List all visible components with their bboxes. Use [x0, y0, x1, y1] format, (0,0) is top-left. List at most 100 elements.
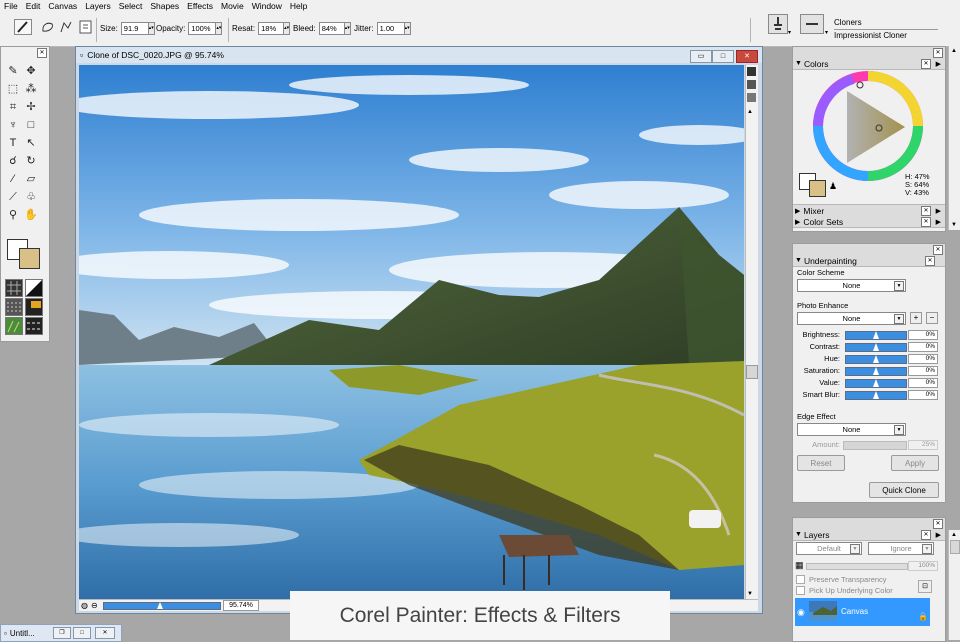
- info-icon[interactable]: ◍: [81, 601, 88, 610]
- slider-thumb[interactable]: [873, 391, 879, 399]
- size-spinner[interactable]: ▴▾: [148, 22, 155, 35]
- layer-opacity-value[interactable]: 100%: [908, 561, 938, 571]
- slider-value[interactable]: 0%: [908, 390, 938, 400]
- layers-header[interactable]: ▼ Layers ✕ ▶: [793, 529, 945, 541]
- bleed-spinner[interactable]: ▴▾: [344, 22, 351, 35]
- brush-icon[interactable]: [14, 18, 32, 35]
- layer-row-canvas[interactable]: ◉ Canvas 🔒: [795, 598, 930, 626]
- pattern-selector[interactable]: [5, 279, 23, 299]
- crop-icon[interactable]: ⌗: [5, 99, 21, 115]
- adjustment-slider[interactable]: [845, 391, 907, 400]
- resat-input[interactable]: 18%: [258, 22, 285, 35]
- brush-tool-icon[interactable]: ✎: [5, 63, 21, 79]
- slider-value[interactable]: 0%: [908, 354, 938, 364]
- restore-button[interactable]: ❐: [53, 627, 71, 639]
- jitter-spinner[interactable]: ▴▾: [404, 22, 411, 35]
- rectangle-icon[interactable]: □: [23, 117, 39, 133]
- text-icon[interactable]: T: [5, 135, 21, 151]
- chevron-down-icon[interactable]: ▼: [850, 544, 860, 554]
- chevron-down-icon[interactable]: ▼: [922, 544, 932, 554]
- preserve-transparency-checkbox[interactable]: [796, 575, 805, 584]
- variant-selector-icon[interactable]: [800, 13, 824, 34]
- minimized-document[interactable]: ▫ Untitl... ❐ □ ✕: [0, 624, 122, 642]
- gradient-selector[interactable]: [25, 279, 43, 299]
- pen-icon[interactable]: ♆: [5, 117, 21, 133]
- close-icon[interactable]: ✕: [933, 245, 943, 255]
- reset-tool-icon[interactable]: [78, 20, 94, 33]
- close-button[interactable]: ✕: [736, 50, 758, 63]
- composite-method-select[interactable]: Default ▼: [796, 542, 862, 555]
- menu-file[interactable]: File: [0, 1, 22, 11]
- tracing-paper-icon[interactable]: [747, 80, 756, 89]
- add-preset-icon[interactable]: +: [910, 312, 922, 324]
- menu-shapes[interactable]: Shapes: [146, 1, 183, 11]
- quick-clone-button[interactable]: Quick Clone: [869, 482, 939, 498]
- menu-edit[interactable]: Edit: [22, 1, 45, 11]
- slider-value[interactable]: 0%: [908, 378, 938, 388]
- menu-movie[interactable]: Movie: [217, 1, 248, 11]
- scroll-up-icon[interactable]: ▲: [951, 48, 957, 54]
- collapse-icon[interactable]: ▼: [795, 60, 802, 67]
- resat-spinner[interactable]: ▴▾: [284, 22, 291, 35]
- chevron-down-icon[interactable]: ▼: [894, 425, 904, 435]
- color-swatches[interactable]: [7, 239, 41, 271]
- panel-scrollbar[interactable]: ▲ ▼: [948, 46, 960, 230]
- transform-icon[interactable]: ✢: [23, 99, 39, 115]
- eyedropper-icon[interactable]: ⟋: [5, 189, 21, 205]
- canvas-image[interactable]: [79, 65, 744, 599]
- rect-select-icon[interactable]: ⬚: [5, 81, 21, 97]
- stroke-type-icon[interactable]: [58, 20, 74, 33]
- chevron-down-icon[interactable]: ▼: [894, 314, 904, 324]
- collapse-icon[interactable]: ▼: [795, 257, 802, 264]
- opacity-spinner[interactable]: ▴▾: [216, 22, 223, 35]
- scroll-down-icon[interactable]: ▼: [747, 591, 753, 597]
- composite-depth-select[interactable]: Ignore ▼: [868, 542, 934, 555]
- expand-icon[interactable]: ▶: [795, 218, 800, 226]
- brush-variant[interactable]: Impressionist Cloner: [834, 31, 907, 40]
- slider-thumb[interactable]: [873, 379, 879, 387]
- visibility-eye-icon[interactable]: ◉: [797, 607, 805, 618]
- close-icon[interactable]: ✕: [933, 519, 943, 529]
- photo-enhance-select[interactable]: None ▼: [797, 312, 906, 325]
- adjustment-slider[interactable]: [845, 331, 907, 340]
- zoom-out-icon[interactable]: ⊖: [91, 601, 98, 610]
- panel-menu-icon[interactable]: ▶: [936, 207, 941, 215]
- dropper-icon[interactable]: ⁄: [5, 171, 21, 187]
- apply-button[interactable]: Apply: [891, 455, 939, 471]
- layers-scrollbar[interactable]: ▲: [948, 530, 960, 640]
- edge-effect-select[interactable]: None ▼: [797, 423, 906, 436]
- underpainting-header[interactable]: ▼ Underpainting ✕: [793, 255, 945, 267]
- chevron-down-icon[interactable]: ▼: [894, 281, 904, 291]
- scroll-up-icon[interactable]: ▲: [747, 109, 753, 115]
- size-input[interactable]: 91.9: [120, 22, 149, 35]
- amount-value[interactable]: 25%: [908, 440, 938, 450]
- menu-help[interactable]: Help: [286, 1, 311, 11]
- amount-slider[interactable]: [843, 441, 907, 450]
- slider-thumb[interactable]: [873, 343, 879, 351]
- menu-window[interactable]: Window: [248, 1, 286, 11]
- close-icon[interactable]: ✕: [37, 48, 47, 58]
- menu-select[interactable]: Select: [115, 1, 147, 11]
- main-color-swatches[interactable]: [799, 173, 829, 199]
- clone-color-icon[interactable]: ♟: [829, 181, 837, 192]
- close-icon[interactable]: ✕: [925, 256, 935, 266]
- rotate-icon[interactable]: ↻: [23, 153, 39, 169]
- maximize-button[interactable]: □: [73, 627, 91, 639]
- collapse-icon[interactable]: ▼: [795, 531, 802, 538]
- eraser-icon[interactable]: ▱: [23, 171, 39, 187]
- dab-type-icon[interactable]: [40, 20, 56, 33]
- panel-menu-icon[interactable]: ▶: [936, 218, 941, 226]
- grabber-icon[interactable]: ✋: [23, 207, 39, 223]
- paint-bucket-icon[interactable]: ♧: [23, 189, 39, 205]
- drawing-mode-icon[interactable]: [747, 93, 756, 102]
- color-scheme-select[interactable]: None ▼: [797, 279, 906, 292]
- bleed-input[interactable]: 84%: [318, 22, 345, 35]
- slider-value[interactable]: 0%: [908, 342, 938, 352]
- lock-icon[interactable]: ⊡: [918, 580, 932, 593]
- slider-thumb[interactable]: [873, 331, 879, 339]
- close-button[interactable]: ✕: [95, 627, 115, 639]
- clone-icon[interactable]: ☌: [5, 153, 21, 169]
- menu-layers[interactable]: Layers: [81, 1, 115, 11]
- jitter-input[interactable]: 1.00: [376, 22, 405, 35]
- weaving-selector[interactable]: [5, 298, 23, 318]
